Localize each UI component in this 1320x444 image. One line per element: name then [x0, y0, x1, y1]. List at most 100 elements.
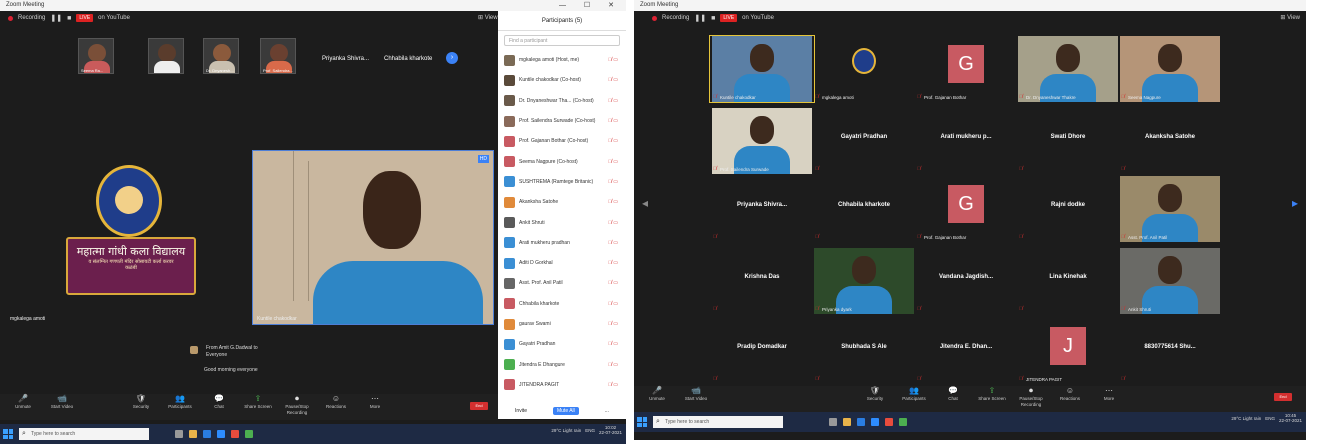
thumbnail-video[interactable]: Dr. Dnyanesh... [203, 38, 239, 74]
mic-muted-icon[interactable]: 🎙̸ ▭ [608, 98, 618, 104]
participant-row[interactable]: Prof. Sailendra Surwade (Co-host) 🎙̸ ▭ [498, 111, 626, 131]
participant-tile[interactable]: Swati Dhore 🎙̸ [1016, 108, 1120, 174]
participant-tile[interactable]: Kuntile chakodkar 🎙̸ [709, 35, 815, 103]
participant-tile[interactable]: Krishna Das 🎙̸ [710, 248, 814, 314]
participants-button[interactable]: 👥 Participants [899, 386, 929, 402]
language-label[interactable]: ENG [1265, 416, 1275, 421]
participant-tile[interactable]: Priyanka dyark 🎙̸ [812, 248, 916, 314]
participant-tile[interactable]: Gayatri Pradhan 🎙̸ [812, 108, 916, 174]
participant-tile[interactable]: 8830775614 Shu... 🎙̸ [1118, 318, 1222, 384]
mic-muted-icon[interactable]: 🎙̸ ▭ [608, 118, 618, 124]
thumbnail-video[interactable]: Seema Ra... [78, 38, 114, 74]
security-button[interactable]: 🛡 Security [126, 394, 156, 410]
mic-muted-icon[interactable]: 🎙̸ ▭ [608, 179, 618, 185]
reactions-button[interactable]: ☺ Reactions [1055, 386, 1085, 402]
participant-name[interactable]: Priyanka Shivra... [322, 56, 369, 62]
mic-muted-icon[interactable]: 🎙̸ ▭ [608, 138, 618, 144]
task-view-icon[interactable] [175, 430, 183, 438]
file-explorer-icon[interactable] [189, 430, 197, 438]
participant-tile[interactable]: Lina Kinehak 🎙̸ [1016, 248, 1120, 314]
zoom-icon[interactable] [217, 430, 225, 438]
participant-row[interactable]: Asst. Prof. Anil Patil 🎙̸ ▭ [498, 273, 626, 293]
window-controls[interactable]: — ☐ ✕ [559, 0, 622, 11]
participant-tile[interactable]: Rajni dodke 🎙̸ [1016, 176, 1120, 242]
pause-stop-recording-button[interactable]: ⏺ Pause/Stop Recording [1016, 386, 1046, 408]
clock[interactable]: 10:02 22-07-2021 [599, 425, 622, 436]
mic-muted-icon[interactable]: 🎙̸ ▭ [608, 220, 618, 226]
participant-row[interactable]: gaurav Swami 🎙̸ ▭ [498, 314, 626, 334]
edge-icon[interactable] [857, 418, 865, 426]
participant-row[interactable]: mgkalega amoti (Host, me) 🎙̸ ▭ [498, 50, 626, 70]
share-screen-button[interactable]: ⇪ Share Screen [977, 386, 1007, 402]
participant-row[interactable]: SUSHTREMA (Ramtege Britanic) 🎙̸ ▭ [498, 172, 626, 192]
clock[interactable]: 10:45 22-07-2021 [1279, 413, 1302, 424]
file-explorer-icon[interactable] [843, 418, 851, 426]
weather-label[interactable]: 29°C Light rain [551, 428, 581, 433]
unmute-button[interactable]: 🎤 Unmute [8, 394, 38, 410]
participant-row[interactable]: Arati mukheru pradhan 🎙̸ ▭ [498, 233, 626, 253]
windows-start-icon[interactable] [3, 429, 13, 439]
next-page-arrow-icon[interactable]: ▸ [1292, 196, 1298, 210]
participant-row[interactable]: Prof. Gajanan Bothar (Co-host) 🎙̸ ▭ [498, 131, 626, 151]
mic-muted-icon[interactable]: 🎙̸ ▭ [608, 57, 618, 63]
participant-row[interactable]: Dr. Dnyaneshwar Tha... (Co-host) 🎙̸ ▭ [498, 91, 626, 111]
active-speaker-video[interactable]: HD Kuntile chakodkar [252, 150, 494, 325]
participant-row[interactable]: Jitendra E Dhangure 🎙̸ ▭ [498, 354, 626, 374]
participant-tile[interactable]: Chhabila kharkote 🎙̸ [812, 176, 916, 242]
mic-muted-icon[interactable]: 🎙̸ ▭ [608, 280, 618, 286]
taskbar-search-input[interactable]: Type here to search [19, 428, 149, 440]
participant-search-input[interactable]: Find a participant [504, 35, 620, 46]
participant-tile[interactable]: G Prof. Gajanan Bothar 🎙̸ [914, 176, 1018, 242]
mic-muted-icon[interactable]: 🎙̸ ▭ [608, 77, 618, 83]
start-video-button[interactable]: 📹 Start Video [47, 394, 77, 410]
participant-tile[interactable]: Asst. Prof. Anil Patil 🎙̸ [1118, 176, 1222, 242]
recording-label[interactable]: Recording [662, 15, 689, 21]
mic-muted-icon[interactable]: 🎙̸ ▭ [608, 199, 618, 205]
participant-name[interactable]: Chhabila kharkote [384, 56, 432, 62]
next-page-arrow-icon[interactable]: › [446, 52, 458, 64]
end-meeting-button[interactable]: End [470, 402, 488, 410]
recording-label[interactable]: Recording [18, 15, 45, 21]
more-button[interactable]: ⋯ More [1094, 386, 1124, 402]
more-options-button[interactable]: ... [601, 407, 613, 415]
participant-tile[interactable]: Akanksha Satohe 🎙̸ [1118, 108, 1222, 174]
participant-row[interactable]: Aditi D Gorkhal 🎙̸ ▭ [498, 253, 626, 273]
participant-tile[interactable]: Ankit Shruti 🎙̸ [1118, 248, 1222, 314]
edge-icon[interactable] [203, 430, 211, 438]
view-button[interactable]: ⊞ View [1280, 14, 1300, 21]
reactions-button[interactable]: ☺ Reactions [321, 394, 351, 410]
end-meeting-button[interactable]: End [1274, 393, 1292, 401]
pause-icon[interactable]: ❚❚ [50, 14, 62, 22]
participant-tile[interactable]: J JITENDRA PAGIT 🎙̸ [1016, 318, 1120, 384]
chat-button[interactable]: 💬 Chat [204, 394, 234, 410]
mic-muted-icon[interactable]: 🎙̸ ▭ [608, 260, 618, 266]
participant-tile[interactable]: Shubhada S Ale 🎙̸ [812, 318, 916, 384]
participant-row[interactable]: Kuntile chakodkar (Co-host) 🎙̸ ▭ [498, 70, 626, 90]
participant-row[interactable]: Ankit Shruti 🎙̸ ▭ [498, 212, 626, 232]
previous-page-arrow-icon[interactable]: ◂ [642, 196, 648, 210]
view-button[interactable]: ⊞ View [478, 14, 498, 21]
participant-tile[interactable]: Jitendra E. Dhan... 🎙̸ [914, 318, 1018, 384]
start-video-button[interactable]: 📹 Start Video [681, 386, 711, 402]
participant-row[interactable]: Akanksha Satohe 🎙̸ ▭ [498, 192, 626, 212]
mic-muted-icon[interactable]: 🎙̸ ▭ [608, 341, 618, 347]
chrome-icon[interactable] [899, 418, 907, 426]
mic-muted-icon[interactable]: 🎙̸ ▭ [608, 301, 618, 307]
participant-tile[interactable]: Prof. Sailendra Surwade 🎙̸ [710, 108, 814, 174]
participant-tile[interactable]: Vandana Jagdish... 🎙̸ [914, 248, 1018, 314]
live-on-label[interactable]: on YouTube [98, 15, 130, 21]
chrome-icon[interactable] [245, 430, 253, 438]
pause-stop-recording-button[interactable]: ⏺ Pause/Stop Recording [282, 394, 312, 416]
participant-tile[interactable]: Pradip Domadkar 🎙̸ [710, 318, 814, 384]
live-on-label[interactable]: on YouTube [742, 15, 774, 21]
participant-tile[interactable]: Priyanka Shivra... 🎙̸ [710, 176, 814, 242]
participant-tile[interactable]: Dr. Dnyaneshwar Thakre 🎙̸ [1016, 36, 1120, 102]
taskbar-search-input[interactable]: Type here to search [653, 416, 783, 428]
share-screen-button[interactable]: ⇪ Share Screen [243, 394, 273, 410]
invite-button[interactable]: Invite [511, 407, 531, 415]
participant-tile[interactable]: mgkalega amoti 🎙̸ [812, 36, 916, 102]
stop-icon[interactable]: ■ [711, 15, 715, 22]
participants-button[interactable]: 👥 Participants [165, 394, 195, 410]
app-icon[interactable] [885, 418, 893, 426]
task-view-icon[interactable] [829, 418, 837, 426]
